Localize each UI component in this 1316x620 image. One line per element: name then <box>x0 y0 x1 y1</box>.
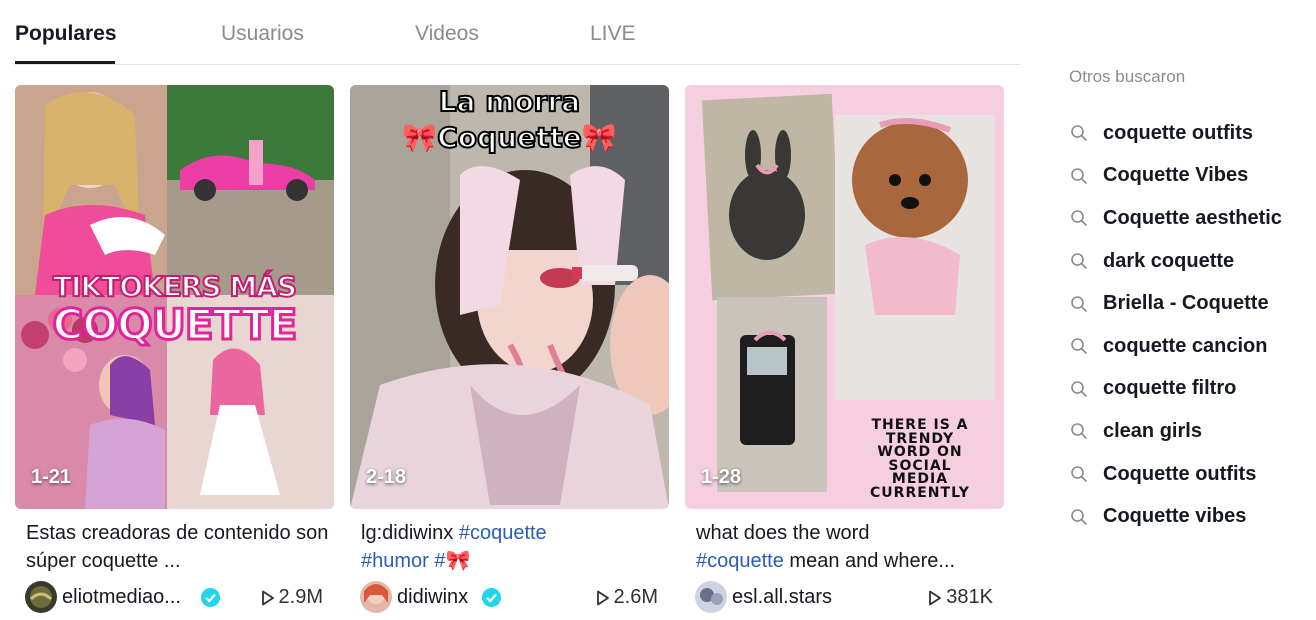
tab-populares[interactable]: Populares <box>15 22 117 46</box>
verified-icon <box>201 588 220 607</box>
tab-usuarios[interactable]: Usuarios <box>221 22 304 46</box>
view-count: 2.6M <box>596 586 658 609</box>
username[interactable]: esl.all.stars <box>732 586 832 609</box>
search-icon <box>1071 125 1087 142</box>
video-caption[interactable]: lg:didiwinx #coquette #humor #🎀 <box>350 519 669 575</box>
video-thumbnail[interactable]: TIKTOKERS MÁS COQUETTE 1-21 <box>15 85 334 509</box>
related-search-label: coquette cancion <box>1103 334 1268 357</box>
video-card: THERE IS A TRENDY WORD ON SOCIAL MEDIA C… <box>685 85 1004 617</box>
caption-text: lg:didiwinx <box>361 522 459 544</box>
video-card: La morra 🎀Coquette🎀 2-18 lg:didiwinx #co… <box>350 85 669 617</box>
related-search-item[interactable]: Briella - Coquette <box>1069 282 1282 325</box>
search-icon <box>1071 253 1087 269</box>
caption-text: what does the word <box>696 522 870 544</box>
related-search-label: coquette outfits <box>1103 121 1253 144</box>
search-icon <box>1071 295 1087 312</box>
hashtag[interactable]: #🎀 <box>434 550 470 572</box>
search-tabs: Populares Usuarios Videos LIVE <box>15 0 1020 65</box>
video-meta: didiwinx 2.6M <box>350 577 669 617</box>
related-search-item[interactable]: Coquette aesthetic <box>1069 197 1282 240</box>
related-search-label: Coquette Vibes <box>1103 164 1249 187</box>
tab-live[interactable]: LIVE <box>590 22 636 46</box>
video-meta: esl.all.stars 381K <box>685 577 1004 617</box>
related-search-label: clean girls <box>1103 419 1202 442</box>
play-icon <box>929 590 942 606</box>
search-icon <box>1071 210 1087 227</box>
play-icon <box>596 590 609 606</box>
play-icon <box>261 590 274 606</box>
video-thumbnail[interactable]: THERE IS A TRENDY WORD ON SOCIAL MEDIA C… <box>685 85 1004 509</box>
view-count: 2.9M <box>261 586 323 609</box>
caption-text: mean and where... <box>783 550 956 572</box>
related-search-item[interactable]: coquette cancion <box>1069 325 1282 368</box>
username[interactable]: eliotmediao... <box>62 586 181 609</box>
video-thumbnail[interactable]: La morra 🎀Coquette🎀 2-18 <box>350 85 669 509</box>
search-icon <box>1071 423 1087 440</box>
thumbnail-overlay-subtitle: COQUETTE <box>51 299 299 351</box>
search-icon <box>1071 168 1087 184</box>
related-search-item[interactable]: Coquette Vibes <box>1069 155 1282 198</box>
related-search-item[interactable]: clean girls <box>1069 410 1282 453</box>
caption-text: Estas creadoras de contenido son súper c… <box>26 522 329 572</box>
related-search-item[interactable]: coquette outfits <box>1069 112 1282 155</box>
related-search-item[interactable]: coquette filtro <box>1069 368 1282 411</box>
related-search-item[interactable]: Coquette outfits <box>1069 453 1282 496</box>
verified-icon <box>482 588 501 607</box>
video-caption[interactable]: what does the word #coquette mean and whe… <box>685 519 1004 575</box>
hashtag[interactable]: #coquette <box>696 550 784 572</box>
hashtag[interactable]: #humor <box>361 550 429 572</box>
related-searches-list: coquette outfits Coquette Vibes Coquette… <box>1069 112 1282 538</box>
related-search-label: Coquette outfits <box>1103 462 1257 485</box>
related-search-label: Briella - Coquette <box>1103 292 1269 315</box>
related-search-label: coquette filtro <box>1103 377 1237 400</box>
search-icon <box>1071 338 1087 355</box>
thumbnail-overlay-title: La morra <box>438 85 581 119</box>
related-search-label: Coquette vibes <box>1103 505 1247 528</box>
related-searches-title: Otros buscaron <box>1069 67 1186 86</box>
search-icon <box>1071 508 1087 525</box>
related-search-label: Coquette aesthetic <box>1103 206 1282 229</box>
avatar[interactable] <box>25 581 57 613</box>
active-tab-indicator <box>15 61 115 64</box>
search-icon <box>1071 466 1087 482</box>
search-icon <box>1071 381 1087 397</box>
related-search-item[interactable]: dark coquette <box>1069 240 1282 283</box>
video-caption[interactable]: Estas creadoras de contenido son súper c… <box>15 519 334 575</box>
thumbnail-overlay-title: TIKTOKERS MÁS <box>52 269 298 304</box>
video-card: TIKTOKERS MÁS COQUETTE 1-21 Estas creado… <box>15 85 334 617</box>
thumbnail-overlay-text: THERE IS A TRENDY WORD ON SOCIAL MEDIA C… <box>870 417 970 501</box>
carousel-count: 1-28 <box>701 466 742 488</box>
video-meta: eliotmediao... 2.9M <box>15 577 334 617</box>
carousel-count: 1-21 <box>31 466 72 488</box>
tab-videos[interactable]: Videos <box>415 22 479 46</box>
related-search-item[interactable]: Coquette vibes <box>1069 495 1282 538</box>
thumbnail-overlay-subtitle: 🎀Coquette🎀 <box>401 120 617 155</box>
related-search-label: dark coquette <box>1103 249 1235 272</box>
view-count: 381K <box>928 586 993 609</box>
avatar[interactable] <box>695 581 727 613</box>
carousel-count: 2-18 <box>366 466 407 488</box>
username[interactable]: didiwinx <box>397 586 468 609</box>
avatar[interactable] <box>360 581 392 613</box>
hashtag[interactable]: #coquette <box>459 522 547 544</box>
